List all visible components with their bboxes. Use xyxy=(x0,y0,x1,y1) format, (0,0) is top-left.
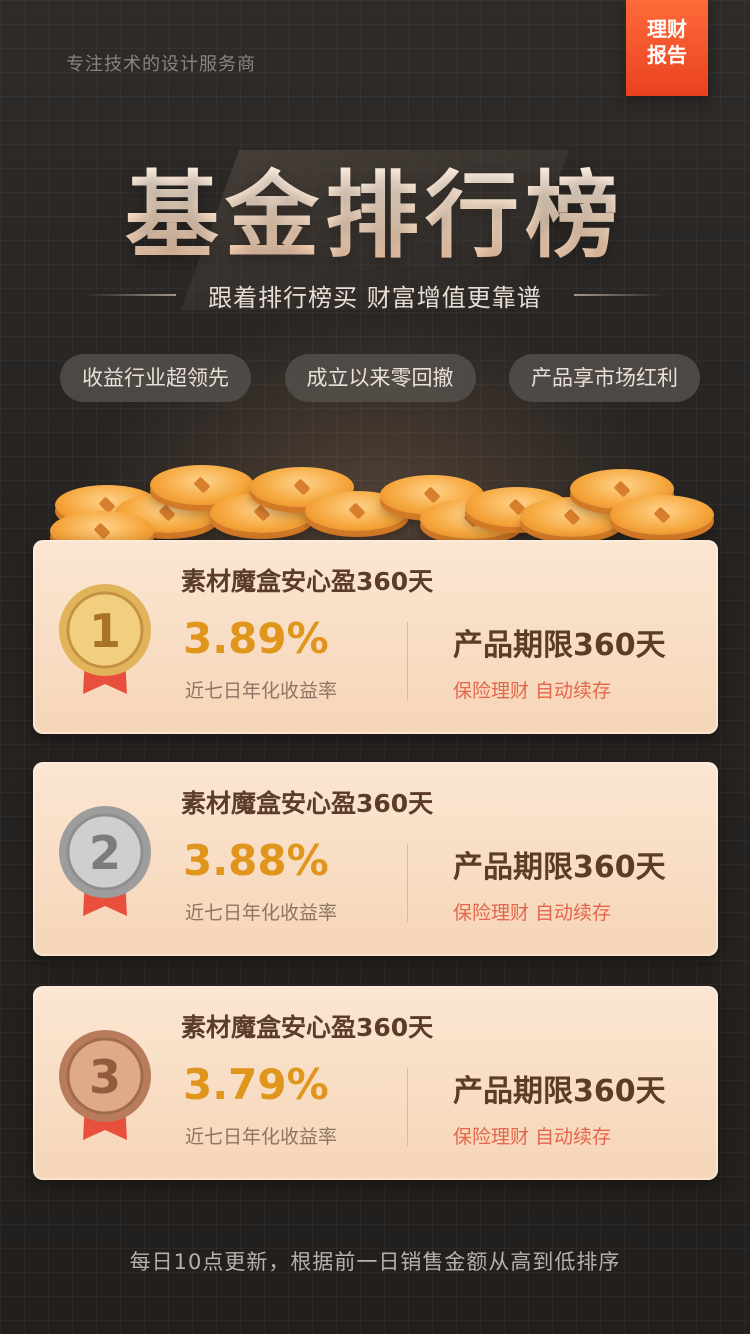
card-divider xyxy=(407,622,408,700)
feature-pills: 收益行业超领先 成立以来零回撤 产品享市场红利 xyxy=(60,354,700,402)
fund-tags: 保险理财 自动续存 xyxy=(453,680,612,702)
medal-rank: 3 xyxy=(89,1050,121,1104)
coin-pile-icon xyxy=(40,455,720,551)
fund-card-rank-2[interactable]: 2 素材魔盒安心盈360天 3.88% 近七日年化收益率 产品期限360天 保险… xyxy=(33,762,718,956)
fund-name: 素材魔盒安心盈360天 xyxy=(181,789,434,818)
coin-icon xyxy=(610,495,714,535)
bronze-medal-icon: 3 xyxy=(59,1030,151,1140)
feature-pill: 产品享市场红利 xyxy=(509,354,700,402)
fund-rate-label: 近七日年化收益率 xyxy=(185,1126,338,1148)
fund-card-rank-3[interactable]: 3 素材魔盒安心盈360天 3.79% 近七日年化收益率 产品期限360天 保险… xyxy=(33,986,718,1180)
card-divider xyxy=(407,1068,408,1146)
fund-rate-label: 近七日年化收益率 xyxy=(185,680,338,702)
fund-tags: 保险理财 自动续存 xyxy=(453,902,612,924)
fund-tags: 保险理财 自动续存 xyxy=(453,1126,612,1148)
fund-term: 产品期限360天 xyxy=(453,628,666,663)
ribbon-line-2: 报告 xyxy=(647,43,687,67)
gold-medal-icon: 1 xyxy=(59,584,151,694)
card-divider xyxy=(407,844,408,922)
silver-medal-icon: 2 xyxy=(59,806,151,916)
fund-rate: 3.79% xyxy=(183,1060,329,1109)
feature-pill: 成立以来零回撤 xyxy=(284,354,476,402)
finance-report-ribbon[interactable]: 理财 报告 xyxy=(626,0,708,96)
fund-name: 素材魔盒安心盈360天 xyxy=(181,567,434,596)
update-note: 每日10点更新，根据前一日销售金额从高到低排序 xyxy=(129,1250,621,1274)
fund-rate: 3.88% xyxy=(183,836,329,885)
fund-rate-label: 近七日年化收益率 xyxy=(185,902,338,924)
fund-term: 产品期限360天 xyxy=(453,1074,666,1109)
company-tagline: 专注技术的设计服务商 xyxy=(66,54,256,75)
fund-card-rank-1[interactable]: 1 素材魔盒安心盈360天 3.89% 近七日年化收益率 产品期限360天 保险… xyxy=(33,540,718,734)
fund-term: 产品期限360天 xyxy=(453,850,666,885)
feature-pill: 收益行业超领先 xyxy=(60,354,251,402)
fund-name: 素材魔盒安心盈360天 xyxy=(181,1013,434,1042)
medal-rank: 1 xyxy=(89,604,121,658)
medal-rank: 2 xyxy=(89,826,121,880)
ribbon-line-1: 理财 xyxy=(647,17,687,41)
fund-rate: 3.89% xyxy=(183,614,329,663)
page-subtitle: 跟着排行榜买 财富增值更靠谱 xyxy=(0,278,750,313)
page-title: 基金排行榜 xyxy=(0,140,750,276)
